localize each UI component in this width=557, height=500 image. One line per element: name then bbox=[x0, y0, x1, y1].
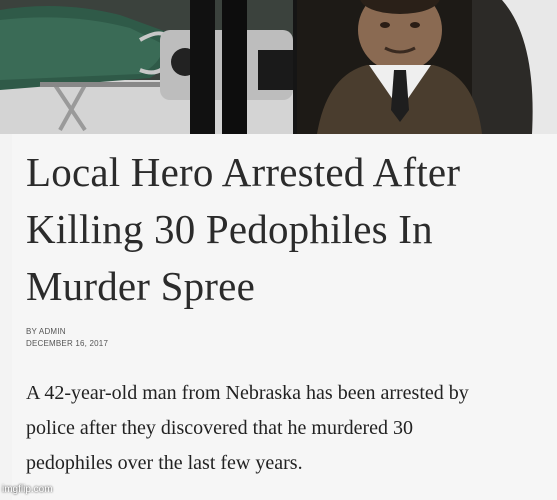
suspect-portrait-image bbox=[297, 0, 557, 134]
headline-line: Local Hero Arrested After bbox=[26, 149, 461, 195]
article-headline: Local Hero Arrested After Killing 30 Ped… bbox=[26, 144, 546, 315]
article-byline: BY ADMIN DECEMBER 16, 2017 bbox=[26, 326, 108, 350]
body-line: A 42-year-old man from Nebraska has been… bbox=[26, 382, 469, 404]
news-photo-strip bbox=[0, 0, 557, 134]
article-body: A 42-year-old man from Nebraska has been… bbox=[26, 376, 557, 481]
stretcher-scene-image bbox=[0, 0, 293, 134]
news-article: Local Hero Arrested After Killing 30 Ped… bbox=[12, 134, 557, 500]
headline-line: Murder Spree bbox=[26, 263, 255, 309]
byline-author: BY ADMIN bbox=[26, 327, 66, 336]
headline-line: Killing 30 Pedophiles In bbox=[26, 206, 433, 252]
imgflip-watermark: imgflip.com bbox=[2, 484, 53, 495]
photo-suspect-portrait bbox=[297, 0, 557, 134]
photo-stretcher-scene bbox=[0, 0, 293, 134]
byline-date: DECEMBER 16, 2017 bbox=[26, 339, 109, 348]
body-line: pedophiles over the last few years. bbox=[26, 452, 303, 474]
body-line: police after they discovered that he mur… bbox=[26, 417, 414, 439]
